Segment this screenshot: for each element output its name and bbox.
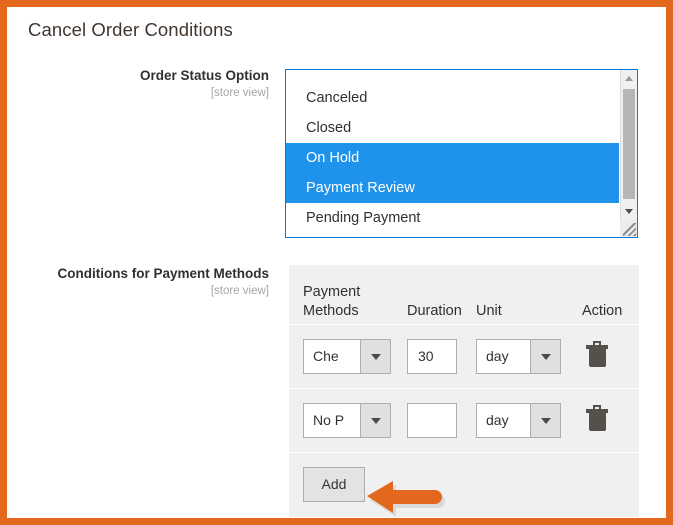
- column-header-duration: Duration: [407, 303, 462, 319]
- order-status-scope-text: [store view]: [210, 87, 269, 99]
- page-title: Cancel Order Conditions: [28, 19, 233, 40]
- table-action-row: Add: [289, 453, 639, 517]
- chevron-down-icon[interactable]: [530, 404, 560, 437]
- table-row: Che 30 day: [289, 325, 639, 389]
- unit-select-row-2[interactable]: day: [476, 403, 561, 438]
- duration-input-row-2[interactable]: [407, 403, 457, 438]
- payment-method-value-row-2: No P: [313, 412, 345, 428]
- resize-grip-icon[interactable]: [620, 220, 637, 237]
- trash-icon[interactable]: [586, 405, 608, 431]
- trash-icon[interactable]: [586, 341, 608, 367]
- table-header-row: Payment Methods Duration Unit Action: [289, 265, 639, 325]
- listbox-option-payment-review[interactable]: Payment Review: [286, 173, 619, 203]
- payment-method-select-row-2[interactable]: No P: [303, 403, 391, 438]
- listbox-option-closed[interactable]: Closed: [286, 113, 619, 143]
- order-status-label-text: Order Status Option: [139, 68, 269, 83]
- listbox-option-on-hold[interactable]: On Hold: [286, 143, 619, 173]
- annotated-screenshot-frame: Cancel Order Conditions Order Status Opt…: [0, 0, 673, 525]
- scroll-up-icon[interactable]: [621, 70, 637, 87]
- column-header-unit: Unit: [476, 303, 502, 319]
- conditions-field-label: Conditions for Payment Methods [store vi…: [7, 265, 269, 299]
- order-status-multiselect[interactable]: Canceled Closed On Hold Payment Review P…: [285, 69, 638, 238]
- settings-page: Cancel Order Conditions Order Status Opt…: [7, 7, 666, 518]
- payment-conditions-table: Payment Methods Duration Unit Action Che…: [289, 265, 639, 517]
- chevron-down-icon[interactable]: [360, 340, 390, 373]
- order-status-option-list[interactable]: Canceled Closed On Hold Payment Review P…: [286, 70, 619, 237]
- unit-value-row-1: day: [486, 348, 509, 364]
- column-header-action: Action: [582, 303, 623, 319]
- unit-select-row-1[interactable]: day: [476, 339, 561, 374]
- listbox-option-pending-payment[interactable]: Pending Payment: [286, 203, 619, 233]
- scrollbar-thumb[interactable]: [623, 89, 635, 199]
- arrow-left-icon: [364, 477, 454, 519]
- payment-method-value-row-1: Che: [313, 348, 339, 364]
- chevron-down-icon[interactable]: [530, 340, 560, 373]
- payment-method-select-row-1[interactable]: Che: [303, 339, 391, 374]
- chevron-down-icon[interactable]: [360, 404, 390, 437]
- conditions-label-text: Conditions for Payment Methods: [57, 266, 269, 281]
- conditions-scope-text: [store view]: [210, 285, 269, 297]
- scroll-down-icon[interactable]: [621, 203, 637, 220]
- table-row: No P day: [289, 389, 639, 453]
- duration-input-row-1[interactable]: 30: [407, 339, 457, 374]
- column-header-payment-methods: Payment Methods: [303, 284, 361, 319]
- add-button[interactable]: Add: [303, 467, 365, 502]
- listbox-option-canceled[interactable]: Canceled: [286, 83, 619, 113]
- order-status-field-label: Order Status Option [store view]: [7, 67, 269, 101]
- unit-value-row-2: day: [486, 412, 509, 428]
- listbox-scrollbar[interactable]: [620, 70, 637, 237]
